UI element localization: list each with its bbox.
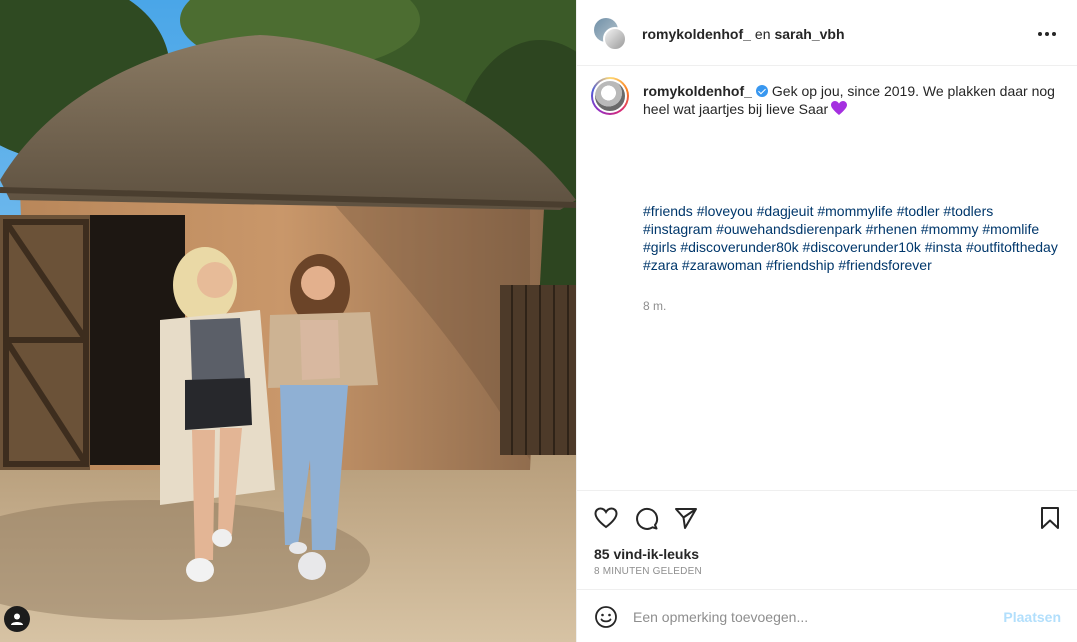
hashtag-link[interactable]: #zara xyxy=(643,257,678,273)
like-button[interactable] xyxy=(593,505,619,531)
more-dot xyxy=(1045,32,1049,36)
tagged-users-button[interactable] xyxy=(4,606,30,632)
hashtag-link[interactable]: #friendship xyxy=(766,257,835,273)
hashtag-link[interactable]: #zarawoman xyxy=(682,257,762,273)
more-options-button[interactable] xyxy=(1035,22,1059,46)
emoji-picker-button[interactable] xyxy=(594,605,618,629)
photo-scene xyxy=(0,0,576,642)
like-count[interactable]: 85 vind-ik-leuks xyxy=(594,546,699,562)
caption-avatar[interactable] xyxy=(591,77,629,115)
hashtag-link[interactable]: #todler xyxy=(897,203,940,219)
hashtag-link[interactable]: #outfitoftheday xyxy=(966,239,1058,255)
hashtag-link[interactable]: #friends xyxy=(643,203,693,219)
caption-section: romykoldenhof_ Gek op jou, since 2019. We… xyxy=(577,66,1077,490)
hashtag-link[interactable]: #dagjeuit xyxy=(757,203,814,219)
hashtag-link[interactable]: #mommy xyxy=(921,221,979,237)
hashtag-link[interactable]: #discoverunder80k xyxy=(680,239,798,255)
heart-outline-icon xyxy=(594,507,618,529)
hashtag-link[interactable]: #mommylife xyxy=(817,203,892,219)
header-separator: en xyxy=(754,26,771,42)
hashtag-link[interactable]: #loveyou xyxy=(697,203,753,219)
save-button[interactable] xyxy=(1037,505,1063,531)
smiley-face-icon xyxy=(595,606,617,628)
avatar-sarah-vbh[interactable] xyxy=(603,27,627,51)
person-icon xyxy=(11,613,23,625)
post-comment-button[interactable]: Plaatsen xyxy=(1003,609,1061,625)
hashtag-link[interactable]: #ouwehandsdierenpark xyxy=(716,221,862,237)
hashtag-link[interactable]: #insta xyxy=(925,239,962,255)
hashtag-link[interactable]: #todlers xyxy=(943,203,993,219)
header-username-secondary[interactable]: sarah_vbh xyxy=(774,26,844,42)
post-photo[interactable] xyxy=(0,0,576,642)
collab-avatars[interactable] xyxy=(594,18,628,52)
caption-username[interactable]: romykoldenhof_ xyxy=(643,83,752,99)
bookmark-icon xyxy=(1041,507,1059,529)
caption-time[interactable]: 8 m. xyxy=(643,299,666,313)
post-header: romykoldenhof_ en sarah_vbh xyxy=(577,0,1077,66)
hashtag-link[interactable]: #friendsforever xyxy=(838,257,931,273)
hashtag-link[interactable]: #momlife xyxy=(982,221,1039,237)
hashtag-link[interactable]: #instagram xyxy=(643,221,712,237)
hashtag-link[interactable]: #girls xyxy=(643,239,676,255)
comment-bubble-icon xyxy=(636,507,659,530)
hashtag-link[interactable]: #rhenen xyxy=(866,221,917,237)
more-dot xyxy=(1052,32,1056,36)
caption-text: romykoldenhof_ Gek op jou, since 2019. We… xyxy=(643,82,1063,118)
comment-bar: Plaatsen xyxy=(577,589,1077,642)
share-button[interactable] xyxy=(673,505,699,531)
action-bar xyxy=(577,490,1077,542)
post-time[interactable]: 8 minuten geleden xyxy=(594,566,702,577)
comment-button[interactable] xyxy=(633,505,659,531)
header-usernames: romykoldenhof_ en sarah_vbh xyxy=(642,26,845,42)
hashtag-link[interactable]: #discoverunder10k xyxy=(803,239,921,255)
verified-badge-icon xyxy=(755,85,768,97)
more-horizontal-icon xyxy=(1038,32,1042,36)
header-username-primary[interactable]: romykoldenhof_ xyxy=(642,26,751,42)
avatar-image xyxy=(593,79,627,113)
comment-input[interactable] xyxy=(633,604,993,630)
hashtag-list: #friends #loveyou #dagjeuit #mommylife #… xyxy=(643,202,1063,274)
paper-plane-icon xyxy=(675,508,697,529)
purple-heart-emoji xyxy=(831,101,848,115)
post-side-panel: romykoldenhof_ en sarah_vbh romykoldenhof_… xyxy=(576,0,1077,642)
